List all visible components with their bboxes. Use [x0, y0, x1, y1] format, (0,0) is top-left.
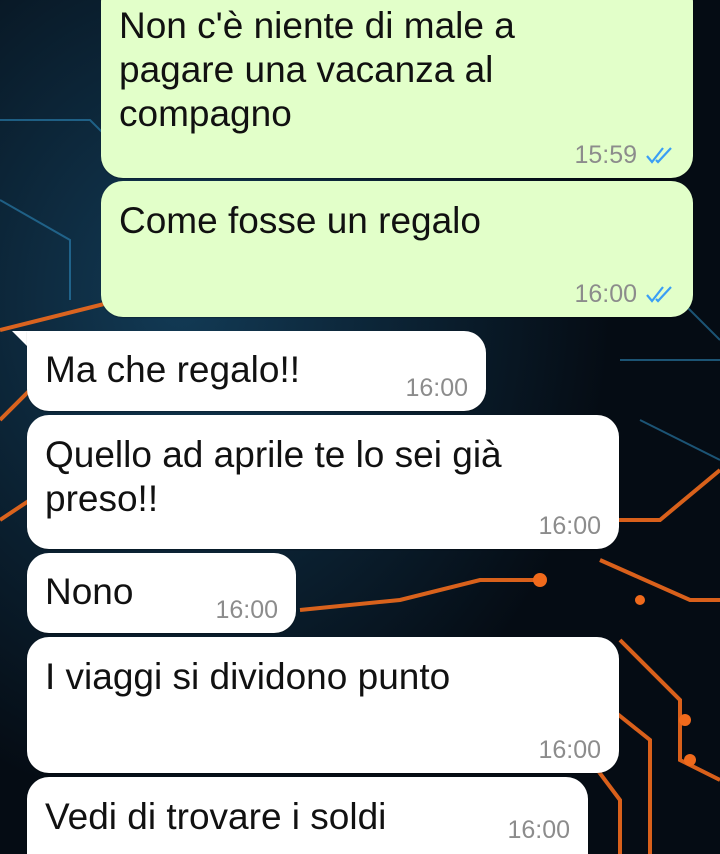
read-double-check-icon: [645, 285, 675, 303]
message-meta: 16:00: [405, 373, 468, 403]
message-incoming[interactable]: I viaggi si dividono punto 16:00: [27, 637, 619, 773]
read-double-check-icon: [645, 146, 675, 164]
message-text: Vedi di trovare i soldi: [45, 796, 387, 837]
message-text: Nono: [45, 571, 134, 612]
message-meta: 16:00: [215, 595, 278, 625]
message-text: Non c'è niente di male a pagare una vaca…: [119, 5, 515, 134]
message-outgoing[interactable]: Come fosse un regalo 16:00: [101, 181, 693, 317]
message-meta: 16:00: [538, 735, 601, 765]
message-time: 16:00: [538, 512, 601, 540]
message-text: Come fosse un regalo: [119, 200, 481, 241]
message-time: 16:00: [215, 596, 278, 624]
message-text: I viaggi si dividono punto: [45, 656, 451, 697]
message-incoming[interactable]: Ma che regalo!! 16:00: [27, 331, 486, 411]
message-outgoing[interactable]: Non c'è niente di male a pagare una vaca…: [101, 0, 693, 178]
message-text: Quello ad aprile te lo sei già preso!!: [45, 434, 502, 519]
message-meta: 16:00: [574, 279, 675, 309]
message-time: 16:00: [405, 374, 468, 402]
message-text: Ma che regalo!!: [45, 349, 301, 390]
message-time: 16:00: [574, 280, 637, 308]
message-time: 16:00: [538, 736, 601, 764]
message-meta: 16:00: [507, 815, 570, 845]
message-meta: 15:59: [574, 140, 675, 170]
message-incoming[interactable]: Vedi di trovare i soldi 16:00: [27, 777, 588, 854]
message-incoming[interactable]: Quello ad aprile te lo sei già preso!! 1…: [27, 415, 619, 549]
message-time: 15:59: [574, 141, 637, 169]
message-meta: 16:00: [538, 511, 601, 541]
message-incoming[interactable]: Nono 16:00: [27, 553, 296, 633]
message-time: 16:00: [507, 816, 570, 844]
